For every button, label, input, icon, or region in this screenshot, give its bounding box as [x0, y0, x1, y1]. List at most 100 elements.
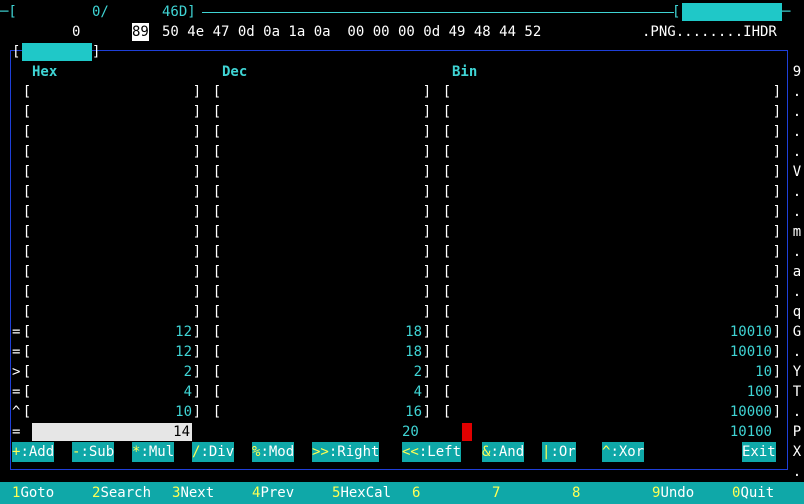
register-bracket-close: ]	[192, 244, 202, 260]
register-hex-value: 10	[175, 404, 192, 420]
fkey-label: Search	[100, 485, 152, 501]
fkey-4[interactable]: 4Prev	[252, 482, 294, 504]
result-bin: 10100	[729, 424, 772, 440]
register-bracket-close: ]	[772, 224, 782, 240]
op-button-mod[interactable]: %:Mod	[252, 442, 295, 462]
register-bracket-close: ]	[192, 264, 202, 280]
register-bracket-open: [	[22, 204, 32, 220]
hex-bytes: 50 4e 47 0d 0a 1a 0a 00 00 00 0d 49 48 4…	[162, 24, 542, 40]
header-left-dash: ─[	[0, 4, 17, 20]
register-hex-value: 12	[175, 344, 192, 360]
cursor-byte[interactable]: 89	[132, 23, 149, 41]
register-bracket-close: ]	[192, 124, 202, 140]
register-bracket-open: [	[212, 84, 222, 100]
fkey-5[interactable]: 5HexCal	[332, 482, 391, 504]
op-label: :Xor	[610, 444, 645, 460]
register-op-mark: >	[12, 364, 21, 380]
register-bracket-close: ]	[772, 164, 782, 180]
side-ascii-char: .	[792, 124, 802, 140]
register-bracket-open: [	[442, 144, 452, 160]
op-button-sub[interactable]: -:Sub	[72, 442, 115, 462]
fkey-2[interactable]: 2Search	[92, 482, 151, 504]
register-bin-value: 10010	[729, 344, 772, 360]
op-label: :Mod	[260, 444, 295, 460]
fkey-9[interactable]: 9Undo	[652, 482, 694, 504]
register-bracket-open: [	[212, 244, 222, 260]
register-bracket-close: ]	[422, 104, 432, 120]
register-bracket-open: [	[442, 404, 452, 420]
register-bracket-open: [	[442, 224, 452, 240]
hex-input-field[interactable]: 14	[32, 423, 192, 441]
fkey-1[interactable]: 1Goto	[12, 482, 54, 504]
register-dec-value: 4	[413, 384, 422, 400]
register-bracket-close: ]	[192, 184, 202, 200]
register-bracket-open: [	[442, 164, 452, 180]
register-hex-value: 2	[183, 364, 192, 380]
text-cursor	[462, 423, 472, 441]
register-bracket-close: ]	[192, 224, 202, 240]
side-ascii-char: 9	[792, 64, 802, 80]
register-bracket-close: ]	[192, 204, 202, 220]
fkey-7[interactable]: 7	[492, 482, 500, 504]
register-bracket-close: ]	[422, 224, 432, 240]
op-button-xor[interactable]: ^:Xor	[602, 442, 645, 462]
register-bracket-open: [	[442, 304, 452, 320]
side-ascii-char: .	[792, 464, 802, 480]
hex-line-offset: 0	[72, 24, 81, 40]
side-ascii-char: .	[792, 284, 802, 300]
register-bracket-open: [	[212, 184, 222, 200]
register-bracket-close: ]	[422, 264, 432, 280]
register-bracket-close: ]	[772, 284, 782, 300]
file-offset: 0/	[92, 4, 109, 20]
register-bracket-close: ]	[192, 404, 202, 420]
op-button-right[interactable]: >>:Right	[312, 442, 380, 462]
register-bracket-open: [	[22, 304, 32, 320]
register-bracket-close: ]	[422, 324, 432, 340]
register-bracket-open: [	[442, 204, 452, 220]
register-op-mark: =	[12, 344, 21, 360]
filename-box[interactable]	[682, 3, 782, 21]
hex-input-value: 14	[173, 424, 190, 440]
op-button-div[interactable]: /:Div	[192, 442, 235, 462]
op-button-and[interactable]: &:And	[482, 442, 525, 462]
register-bracket-open: [	[212, 324, 222, 340]
register-op-mark: =	[12, 384, 21, 400]
op-button-or[interactable]: |:Or	[542, 442, 576, 462]
register-bracket-open: [	[442, 324, 452, 340]
register-bracket-open: [	[212, 164, 222, 180]
register-bracket-open: [	[442, 384, 452, 400]
register-bracket-open: [	[212, 344, 222, 360]
register-bracket-open: [	[22, 324, 32, 340]
fkey-0[interactable]: 0Quit	[732, 482, 774, 504]
op-key: >>	[312, 444, 329, 460]
register-bracket-open: [	[442, 284, 452, 300]
register-bracket-open: [	[442, 344, 452, 360]
side-ascii-char: .	[792, 184, 802, 200]
op-button-exit[interactable]: Exit	[742, 442, 776, 462]
fkey-6[interactable]: 6	[412, 482, 420, 504]
register-bracket-close: ]	[422, 344, 432, 360]
op-button-left[interactable]: <<:Left	[402, 442, 462, 462]
side-ascii-char: G	[792, 324, 802, 340]
register-bracket-open: [	[442, 84, 452, 100]
ascii-dump: .PNG........IHDR	[642, 24, 777, 40]
side-ascii-char: q	[792, 304, 802, 320]
op-button-mul[interactable]: *:Mul	[132, 442, 175, 462]
register-bracket-open: [	[442, 364, 452, 380]
side-ascii-char: .	[792, 104, 802, 120]
register-bracket-close: ]	[192, 84, 202, 100]
op-button-add[interactable]: +:Add	[12, 442, 55, 462]
op-label: :Right	[328, 444, 380, 460]
side-ascii-char: .	[792, 344, 802, 360]
register-bracket-close: ]	[192, 144, 202, 160]
register-bracket-open: [	[212, 224, 222, 240]
register-bracket-close: ]	[772, 104, 782, 120]
fkey-3[interactable]: 3Next	[172, 482, 214, 504]
register-bracket-close: ]	[422, 164, 432, 180]
register-bracket-open: [	[22, 264, 32, 280]
register-bin-value: 10010	[729, 324, 772, 340]
fkey-8[interactable]: 8	[572, 482, 580, 504]
register-bin-value: 100	[746, 384, 772, 400]
register-bracket-close: ]	[772, 304, 782, 320]
register-bracket-open: [	[22, 404, 32, 420]
